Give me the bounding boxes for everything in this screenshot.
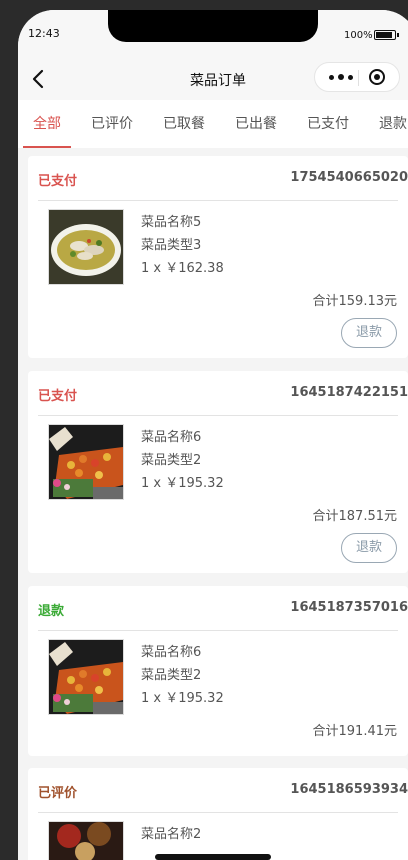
tab-served[interactable]: 已出餐	[235, 100, 277, 148]
order-status: 退款	[38, 604, 65, 619]
status-bar: 12:43 100%	[18, 10, 408, 54]
dish-name: 菜品名称6	[141, 645, 202, 660]
order-card-header: 退款 1645187357016	[38, 586, 408, 631]
dish-name: 菜品名称2	[141, 827, 202, 842]
order-card-header: 已支付 1754540665020	[38, 156, 408, 201]
order-card[interactable]: 退款 1645187357016 菜品名称6 菜品类型2 1 x ￥195.32…	[28, 586, 408, 756]
battery-percent: 100%	[344, 30, 373, 41]
order-number: 1645186593934	[290, 782, 408, 797]
dish-name: 菜品名称6	[141, 430, 202, 445]
dish-name: 菜品名称5	[141, 215, 202, 230]
dish-image	[48, 639, 124, 715]
order-status: 已支付	[38, 174, 78, 189]
mini-program-capsule	[314, 62, 400, 92]
tab-refund[interactable]: 退款	[379, 100, 407, 148]
order-card[interactable]: 已评价 1645186593934 菜品名称2	[28, 768, 408, 860]
order-total: 合计191.41元	[312, 724, 398, 739]
dish-quantity-price: 1 x ￥162.38	[141, 261, 224, 276]
capsule-divider	[358, 70, 359, 86]
tab-all[interactable]: 全部	[23, 100, 71, 148]
dish-quantity-price: 1 x ￥195.32	[141, 476, 224, 491]
dish-type: 菜品类型2	[141, 453, 202, 468]
close-target-icon[interactable]	[369, 69, 385, 85]
order-number: 1645187422151	[290, 385, 408, 400]
dish-image	[48, 424, 124, 500]
tab-reviewed[interactable]: 已评价	[91, 100, 133, 148]
order-status-tabs: 全部 已评价 已取餐 已出餐 已支付 退款	[18, 100, 408, 148]
phone-screen: 12:43 100% 菜品订单 全部 已评价 已取餐 已出餐 已支付 退款 已支…	[18, 10, 408, 860]
more-dots-icon[interactable]	[325, 63, 359, 91]
tab-paid[interactable]: 已支付	[307, 100, 349, 148]
dish-type: 菜品类型3	[141, 238, 202, 253]
camera-notch	[108, 10, 318, 42]
dish-image	[48, 209, 124, 285]
navigation-bar: 菜品订单	[18, 54, 408, 100]
tab-picked-up[interactable]: 已取餐	[163, 100, 205, 148]
refund-button[interactable]: 退款	[341, 533, 397, 563]
order-card[interactable]: 已支付 1645187422151 菜品名称6 菜品类型2 1 x ￥195.3…	[28, 371, 408, 573]
status-time: 12:43	[28, 27, 60, 40]
dish-type: 菜品类型2	[141, 668, 202, 683]
order-number: 1645187357016	[290, 600, 408, 615]
refund-button[interactable]: 退款	[341, 318, 397, 348]
order-card-header: 已支付 1645187422151	[38, 371, 408, 416]
order-total: 合计187.51元	[312, 509, 398, 524]
order-card[interactable]: 已支付 1754540665020 菜品名称5 菜品类型3 1 x ￥162.3…	[28, 156, 408, 358]
order-total: 合计159.13元	[312, 294, 398, 309]
order-status: 已支付	[38, 389, 78, 404]
order-status: 已评价	[38, 786, 78, 801]
home-indicator	[155, 854, 271, 860]
order-card-header: 已评价 1645186593934	[38, 768, 408, 813]
dish-image	[48, 821, 124, 860]
battery-icon	[374, 30, 399, 40]
order-number: 1754540665020	[290, 170, 408, 185]
dish-quantity-price: 1 x ￥195.32	[141, 691, 224, 706]
